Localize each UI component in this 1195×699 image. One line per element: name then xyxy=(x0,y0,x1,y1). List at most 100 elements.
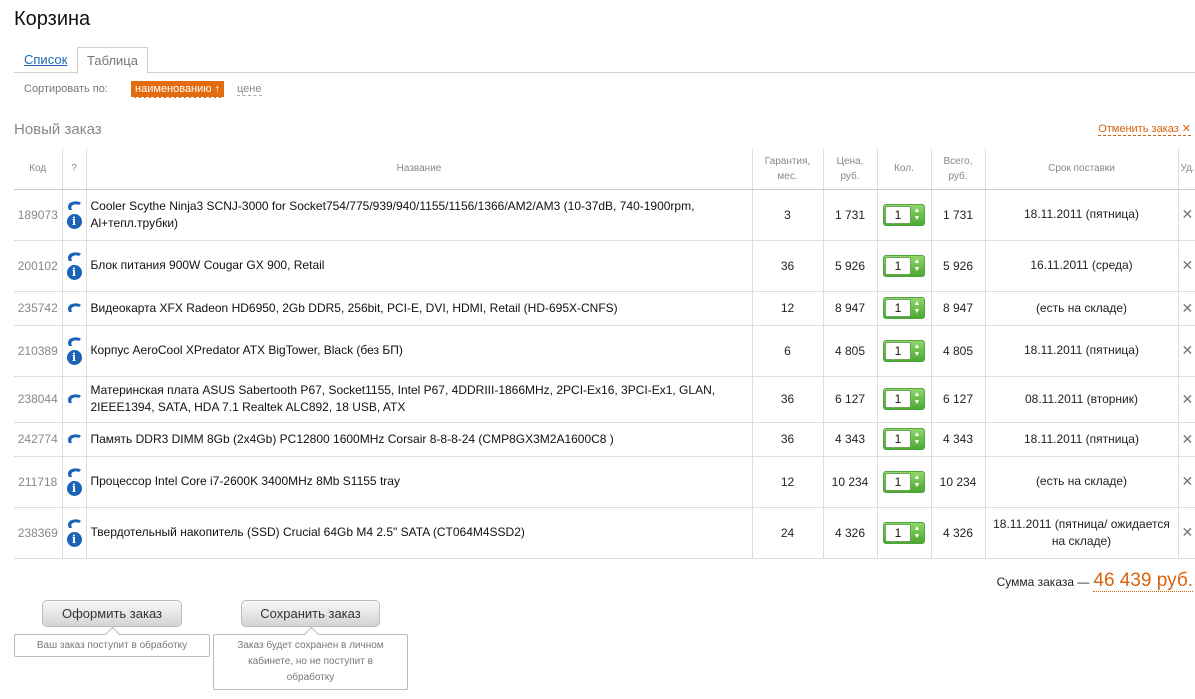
checkout-button[interactable]: Оформить заказ xyxy=(42,600,182,627)
cart-body: 189073 i Cooler Scythe Ninja3 SCNJ-3000 fo… xyxy=(14,189,1195,559)
row-warranty: 36 xyxy=(751,422,823,457)
row-term: 18.11.2011 (пятница) xyxy=(984,422,1178,457)
quantity-stepper[interactable]: 1 ▲ ▼ xyxy=(883,254,925,277)
row-icons: i xyxy=(61,189,86,241)
delete-icon[interactable]: ✕ xyxy=(1182,431,1194,447)
table-row: 238369 i Твердотельный накопитель (SSD) Cr… xyxy=(14,507,1195,559)
quantity-input[interactable]: 1 xyxy=(885,472,911,491)
quantity-input[interactable]: 1 xyxy=(885,341,911,360)
row-warranty: 12 xyxy=(751,291,823,326)
info-icon[interactable]: i xyxy=(66,481,82,496)
delete-icon[interactable]: ✕ xyxy=(1182,473,1194,489)
row-term: 08.11.2011 (вторник) xyxy=(984,376,1178,423)
spinner-arrows-icon[interactable]: ▲ ▼ xyxy=(911,525,923,541)
cart-table: Код ? Название Гарантия, мес. Цена, руб. К… xyxy=(14,149,1195,559)
row-code: 211718 xyxy=(14,456,62,508)
row-name: Видеокарта XFX Radeon HD6950, 2Gb DDR5, … xyxy=(85,291,752,326)
row-warranty: 24 xyxy=(751,507,823,559)
col-help: ? xyxy=(61,149,86,190)
quantity-input[interactable]: 1 xyxy=(885,205,911,224)
table-row: 211718 i Процессор Intel Core i7-2600K 340… xyxy=(14,456,1195,508)
sort-by-name-link[interactable]: наименованию ↑ xyxy=(131,81,225,98)
row-code: 235742 xyxy=(14,291,62,326)
spinner-arrows-icon[interactable]: ▲ ▼ xyxy=(911,391,923,407)
tab-table[interactable]: Таблица xyxy=(77,47,148,74)
col-price-line2: руб. xyxy=(840,170,860,182)
row-price: 10 234 xyxy=(822,456,877,508)
delete-icon[interactable]: ✕ xyxy=(1182,391,1194,407)
spinner-arrows-icon[interactable]: ▲ ▼ xyxy=(911,258,923,274)
col-warranty: Гарантия, мес. xyxy=(751,149,823,190)
table-row: 210389 i Корпус AeroCool XPredator ATX Big… xyxy=(14,325,1195,377)
row-delete: ✕ xyxy=(1177,189,1195,241)
icon-stack xyxy=(63,302,86,315)
checkout-hint: Ваш заказ поступит в обработку xyxy=(14,634,210,657)
row-qty: 1 ▲ ▼ xyxy=(876,422,931,457)
sort-by-price-link[interactable]: цене xyxy=(237,83,262,96)
delete-icon[interactable]: ✕ xyxy=(1182,257,1194,273)
quantity-input[interactable]: 1 xyxy=(885,256,911,275)
quantity-input[interactable]: 1 xyxy=(885,390,911,408)
delete-icon[interactable]: ✕ xyxy=(1182,524,1194,540)
icon-stack: i xyxy=(63,518,86,547)
sort-label: Сортировать по: xyxy=(24,83,108,95)
spinner-arrows-icon[interactable]: ▲ ▼ xyxy=(911,207,923,223)
info-icon[interactable]: i xyxy=(66,350,82,365)
icon-stack: i xyxy=(63,336,86,365)
row-code: 189073 xyxy=(14,189,62,241)
save-order-button[interactable]: Сохранить заказ xyxy=(241,600,380,627)
delete-icon[interactable]: ✕ xyxy=(1182,300,1194,316)
quantity-stepper[interactable]: 1 ▲ ▼ xyxy=(883,339,925,362)
row-price: 4 343 xyxy=(822,422,877,457)
cancel-order-link[interactable]: Отменить заказ ✕ xyxy=(1098,122,1191,136)
quantity-input[interactable]: 1 xyxy=(885,299,911,317)
row-warranty: 36 xyxy=(751,240,823,292)
spinner-arrows-icon[interactable]: ▲ ▼ xyxy=(911,431,923,447)
info-icon[interactable]: i xyxy=(66,265,82,280)
row-term: 18.11.2011 (пятница) xyxy=(984,325,1178,377)
tab-list[interactable]: Список xyxy=(15,47,76,73)
row-icons: i xyxy=(61,240,86,292)
icon-stack: i xyxy=(63,200,86,229)
quantity-input[interactable]: 1 xyxy=(885,430,911,448)
row-code: 238369 xyxy=(14,507,62,559)
quantity-input[interactable]: 1 xyxy=(885,523,911,542)
row-qty: 1 ▲ ▼ xyxy=(876,325,931,377)
quantity-stepper[interactable]: 1 ▲ ▼ xyxy=(883,297,925,319)
quantity-stepper[interactable]: 1 ▲ ▼ xyxy=(883,470,925,493)
quantity-stepper[interactable]: 1 ▲ ▼ xyxy=(883,203,925,226)
quantity-stepper[interactable]: 1 ▲ ▼ xyxy=(883,388,925,410)
row-delete: ✕ xyxy=(1177,325,1195,377)
quantity-stepper[interactable]: 1 ▲ ▼ xyxy=(883,521,925,544)
row-delete: ✕ xyxy=(1177,422,1195,457)
table-row: 200102 i Блок питания 900W Cougar GX 900, … xyxy=(14,240,1195,292)
info-icon[interactable]: i xyxy=(66,214,82,229)
icon-stack xyxy=(63,393,86,406)
row-price: 1 731 xyxy=(822,189,877,241)
row-name: Твердотельный накопитель (SSD) Crucial 6… xyxy=(85,507,752,559)
row-qty: 1 ▲ ▼ xyxy=(876,376,931,423)
spinner-arrows-icon[interactable]: ▲ ▼ xyxy=(911,474,923,490)
spinner-arrows-icon[interactable]: ▲ ▼ xyxy=(911,300,923,316)
col-code: Код xyxy=(14,149,62,190)
delete-icon[interactable]: ✕ xyxy=(1182,342,1194,358)
row-price: 5 926 xyxy=(822,240,877,292)
spinner-arrows-icon[interactable]: ▲ ▼ xyxy=(911,343,923,359)
table-header-row: Код ? Название Гарантия, мес. Цена, руб. К… xyxy=(14,149,1195,190)
close-icon: ✕ xyxy=(1181,123,1191,135)
row-icons: i xyxy=(61,456,86,508)
order-total-label: Сумма заказа — xyxy=(996,575,1090,589)
table-row: 189073 i Cooler Scythe Ninja3 SCNJ-3000 fo… xyxy=(14,189,1195,241)
cancel-order-label: Отменить заказ xyxy=(1098,123,1179,135)
delete-icon[interactable]: ✕ xyxy=(1182,206,1194,222)
quantity-stepper[interactable]: 1 ▲ ▼ xyxy=(883,428,925,450)
row-price: 4 805 xyxy=(822,325,877,377)
icon-stack: i xyxy=(63,251,86,280)
col-qty: Кол. xyxy=(876,149,931,190)
row-term: 18.11.2011 (пятница/ ожидается на складе… xyxy=(984,507,1178,559)
row-delete: ✕ xyxy=(1177,456,1195,508)
info-icon[interactable]: i xyxy=(66,532,82,547)
row-code: 200102 xyxy=(14,240,62,292)
icon-stack xyxy=(63,433,86,446)
row-name: Материнская плата ASUS Sabertooth P67, S… xyxy=(85,376,752,423)
